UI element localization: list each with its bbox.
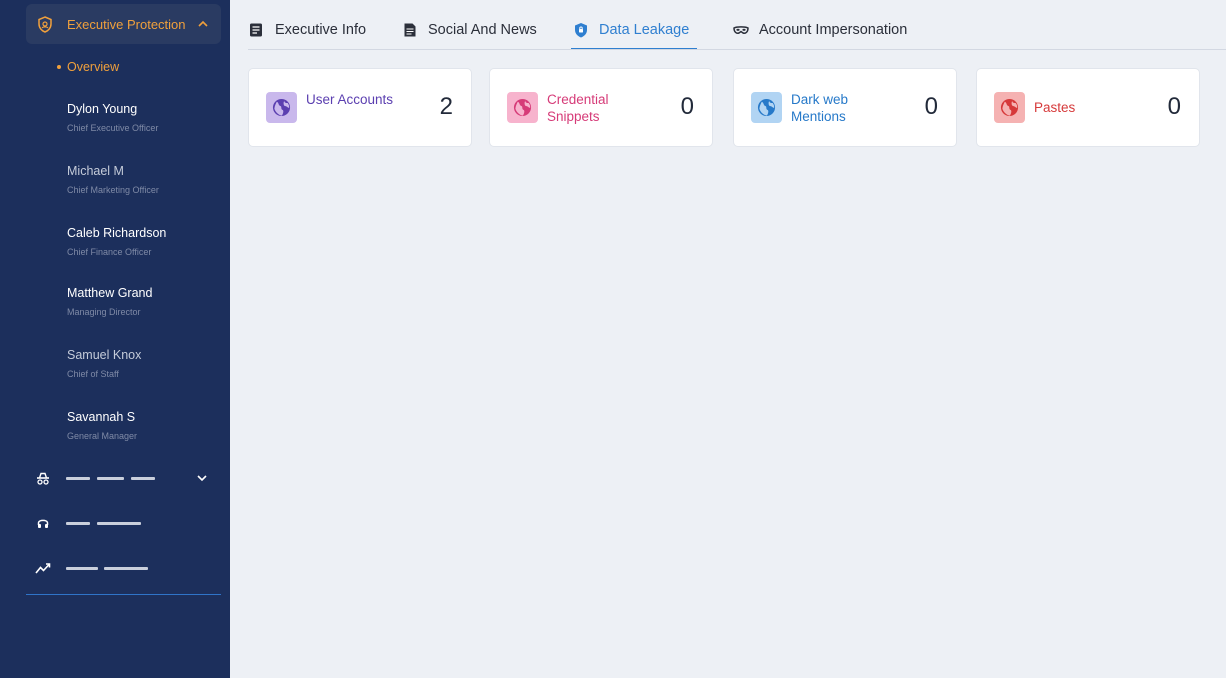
bullet-dot [57, 65, 61, 69]
card-label: User Accounts [306, 92, 394, 107]
globe-badge [994, 92, 1025, 123]
headset-icon [37, 519, 49, 528]
globe-icon [757, 98, 776, 117]
redacted-text-bar [131, 477, 155, 480]
executive-role: Chief Finance Officer [67, 247, 152, 257]
card-pastes[interactable]: Pastes 0 [976, 68, 1200, 147]
redacted-text-bar [66, 477, 90, 480]
executive-item-michael-m[interactable]: Michael M Chief Marketing Officer [67, 163, 217, 196]
trend-chart-icon [35, 563, 51, 574]
card-count: 0 [924, 93, 938, 120]
mask-icon [733, 26, 749, 34]
redacted-text-bar [97, 522, 141, 525]
document-icon [250, 23, 262, 37]
executive-item-savannah-s[interactable]: Savannah S General Manager [67, 409, 217, 442]
executive-name: Caleb Richardson [67, 226, 167, 240]
card-label: Credential Snippets [547, 92, 609, 124]
tab-label: Executive Info [275, 22, 367, 38]
section-title: Executive Protection [67, 17, 186, 32]
card-user-accounts[interactable]: User Accounts 2 [248, 68, 472, 147]
redacted-text-bar [104, 567, 148, 570]
executive-name: Savannah S [67, 410, 136, 424]
card-dark-web-mentions[interactable]: Dark web Mentions 0 [733, 68, 957, 147]
globe-icon [513, 98, 532, 117]
executive-item-caleb-richardson[interactable]: Caleb Richardson Chief Finance Officer [67, 225, 217, 258]
executive-item-matthew-grand[interactable]: Matthew Grand Managing Director [67, 285, 217, 318]
nav-item-masked-2[interactable] [34, 512, 214, 534]
globe-icon [1000, 98, 1019, 117]
spy-icon [37, 472, 49, 485]
redacted-text-bar [97, 477, 124, 480]
executive-role: Chief Executive Officer [67, 123, 159, 133]
executive-role: General Manager [67, 431, 138, 441]
sidebar: Executive Protection Overview Dylon Youn… [0, 0, 230, 678]
executive-item-samuel-knox[interactable]: Samuel Knox Chief of Staff [67, 347, 217, 380]
nav-item-masked-3[interactable] [34, 557, 214, 579]
shield-icon [38, 16, 52, 33]
shield-icon [575, 23, 587, 38]
tab-data-leakage[interactable]: Data Leakage [571, 20, 697, 50]
card-label: Dark web Mentions [791, 92, 849, 124]
executive-name: Michael M [67, 164, 124, 178]
tab-label: Data Leakage [599, 22, 690, 38]
executive-protection-menu[interactable]: Executive Protection [26, 4, 221, 44]
nav-item-masked-1[interactable] [34, 467, 214, 489]
executive-name: Samuel Knox [67, 348, 142, 362]
chevron-up-icon[interactable] [197, 18, 209, 30]
card-credential-snippets[interactable]: Credential Snippets 0 [489, 68, 713, 147]
overview-label: Overview [67, 60, 120, 74]
executive-item-dylon-young[interactable]: Dylon Young Chief Executive Officer [67, 101, 217, 134]
executive-role: Chief of Staff [67, 369, 119, 379]
chevron-down-icon[interactable] [196, 472, 208, 484]
card-label: Pastes [1034, 100, 1076, 115]
tab-executive-info[interactable]: Executive Info [248, 20, 378, 50]
executive-role: Chief Marketing Officer [67, 185, 159, 195]
tab-bar: Executive Info Social And News Data Leak… [248, 0, 1226, 50]
tab-label: Social And News [428, 22, 537, 38]
globe-icon [272, 98, 291, 117]
tab-account-impersonation[interactable]: Account Impersonation [733, 20, 913, 50]
card-count: 2 [439, 93, 453, 120]
redacted-text-bar [66, 522, 90, 525]
executive-name: Dylon Young [67, 102, 138, 116]
card-count: 0 [680, 93, 694, 120]
redacted-text-bar [66, 567, 98, 570]
card-count: 0 [1167, 93, 1181, 120]
sidebar-divider [26, 594, 221, 595]
news-icon [404, 23, 416, 37]
tab-label: Account Impersonation [759, 22, 908, 38]
overview-link[interactable]: Overview [57, 60, 119, 74]
globe-badge [507, 92, 538, 123]
globe-badge [266, 92, 297, 123]
tab-bar-divider [248, 49, 1226, 50]
globe-badge [751, 92, 782, 123]
tab-social-and-news[interactable]: Social And News [402, 20, 547, 50]
executive-role: Managing Director [67, 307, 141, 317]
executive-name: Matthew Grand [67, 286, 153, 300]
